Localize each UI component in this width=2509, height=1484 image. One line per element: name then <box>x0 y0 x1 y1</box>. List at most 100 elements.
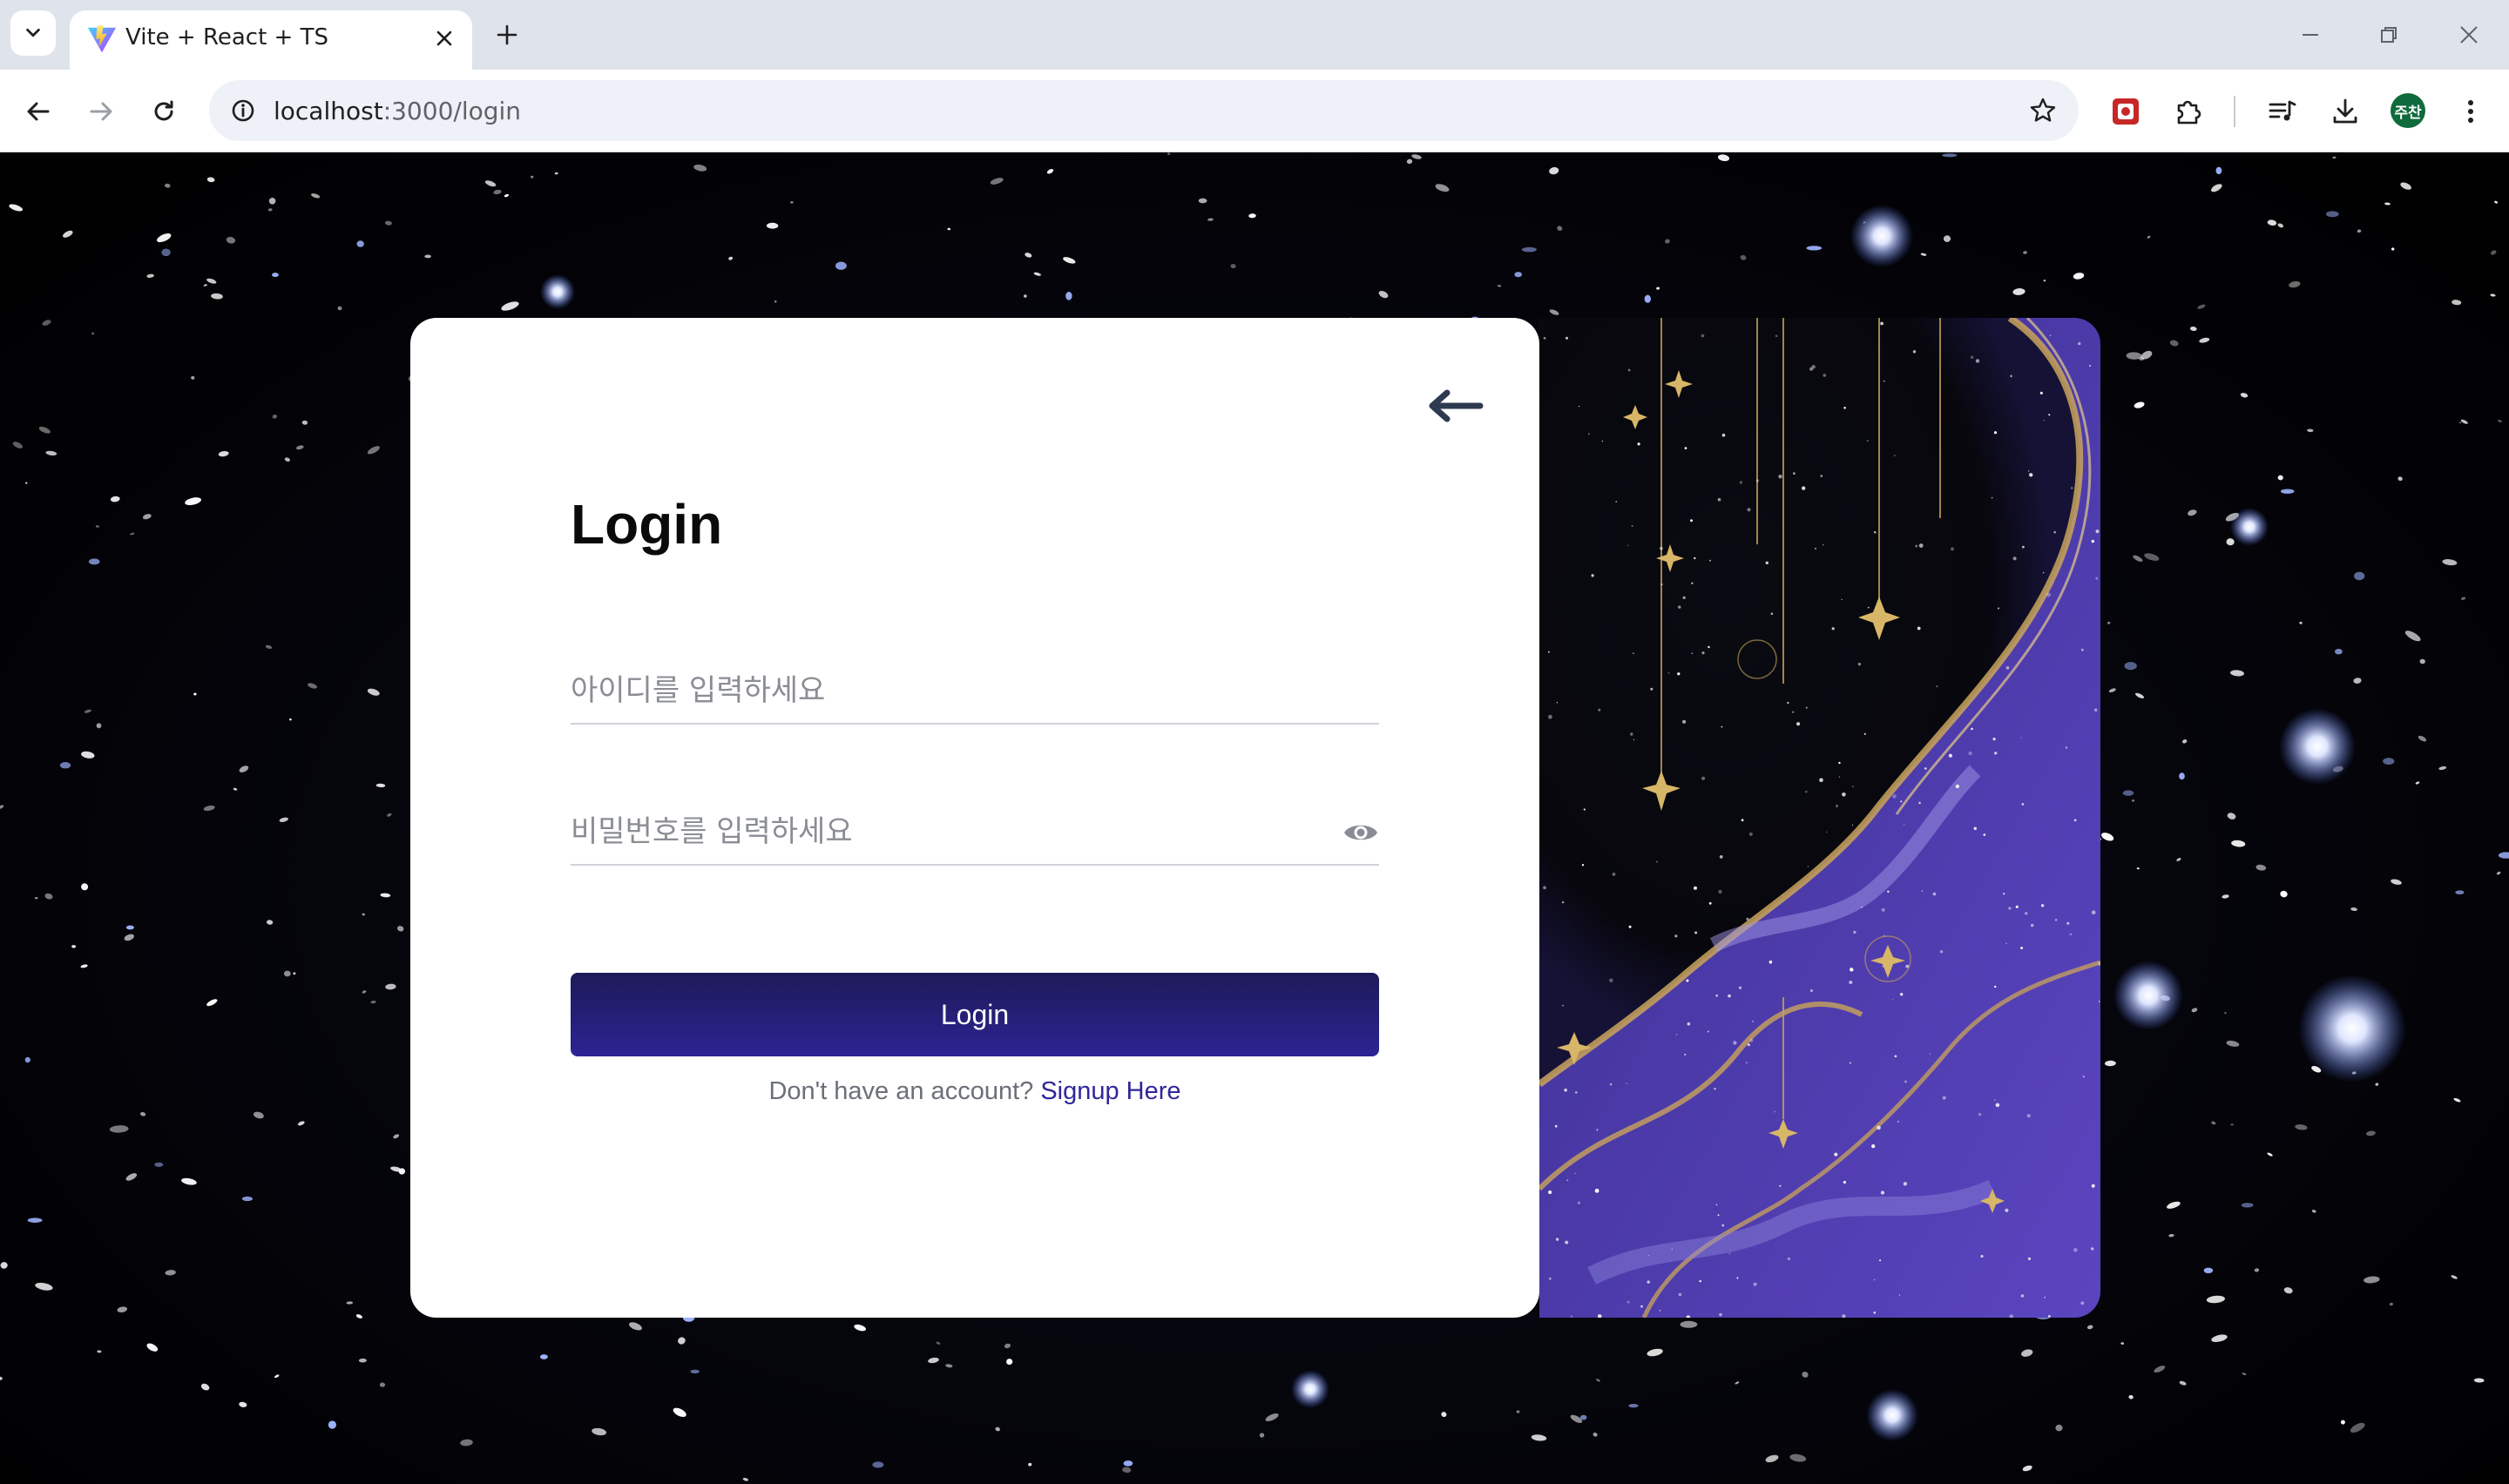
star <box>142 514 152 520</box>
forward-button[interactable] <box>78 89 124 134</box>
star <box>2144 553 2160 561</box>
star <box>2134 692 2145 698</box>
toolbar-separator <box>2234 96 2235 127</box>
minimize-button[interactable] <box>2286 12 2335 57</box>
art-sparkle <box>2095 530 2100 534</box>
art-sparkle <box>1694 556 1696 560</box>
art-sparkle <box>2030 923 2034 928</box>
art-sparkle <box>1779 1184 1782 1187</box>
url-host: localhost <box>274 97 383 125</box>
art-sparkle <box>2020 737 2023 739</box>
star <box>1378 290 1389 299</box>
art-sparkle <box>2003 893 2005 895</box>
art-sparkle <box>2020 1294 2025 1298</box>
chrome-menu-button[interactable] <box>2448 89 2493 134</box>
restore-icon <box>2381 27 2397 43</box>
window-close-button[interactable] <box>2445 12 2493 57</box>
art-sparkle <box>1752 1020 1754 1022</box>
login-submit-button[interactable]: Login <box>571 973 1379 1056</box>
art-sparkle <box>1691 582 1694 584</box>
blue-star <box>2241 1203 2254 1208</box>
art-sparkle <box>2089 365 2091 367</box>
art-sparkle <box>1650 687 1654 691</box>
star <box>2418 735 2427 742</box>
star <box>2120 1342 2125 1345</box>
downloads-button[interactable] <box>2323 89 2368 134</box>
signup-prompt-text: Don't have an account? <box>768 1077 1034 1105</box>
star <box>2211 1334 2228 1342</box>
art-sparkle <box>1873 1312 1877 1314</box>
star <box>218 450 229 457</box>
profile-avatar[interactable]: 주찬 <box>2391 93 2425 128</box>
art-sparkle <box>2048 1315 2051 1318</box>
art-sparkle <box>1717 497 1721 502</box>
star <box>233 787 238 791</box>
page-viewport: Login Login Don't have an account? Signu… <box>0 152 2509 1484</box>
site-info-button[interactable] <box>221 89 265 132</box>
star <box>2134 401 2145 408</box>
star <box>1943 235 1951 242</box>
star <box>2231 840 2246 847</box>
star <box>239 1401 247 1407</box>
art-sparkle <box>1701 334 1705 338</box>
star <box>2168 1233 2174 1238</box>
blue-star <box>24 1056 30 1063</box>
art-sparkle <box>1932 892 1937 896</box>
extensions-menu-button[interactable] <box>2166 89 2211 134</box>
star <box>1033 272 1041 276</box>
star <box>385 983 396 990</box>
star <box>253 1111 264 1119</box>
star <box>2311 1210 2316 1213</box>
back-navigation-button[interactable] <box>1421 377 1491 435</box>
minimize-icon <box>2303 34 2318 36</box>
star <box>0 1262 8 1269</box>
art-sparkle <box>2091 1184 2095 1188</box>
art-sparkle <box>1566 336 1568 340</box>
star <box>2255 864 2267 871</box>
art-sparkle <box>1574 1172 1576 1175</box>
star <box>2389 1302 2393 1306</box>
site-info-icon <box>232 99 254 122</box>
star <box>367 446 380 455</box>
restore-button[interactable] <box>2364 12 2413 57</box>
art-sparkle <box>1738 986 1742 989</box>
art-sparkle <box>1562 1005 1564 1007</box>
star <box>2340 1420 2345 1425</box>
download-icon <box>2333 98 2357 124</box>
star <box>355 1314 362 1319</box>
toggle-password-visibility-button[interactable] <box>1342 815 1379 850</box>
star <box>283 970 291 977</box>
back-button[interactable] <box>16 89 61 134</box>
url-text[interactable]: localhost:3000/login <box>274 97 521 125</box>
art-sparkle <box>1588 433 1590 435</box>
star <box>1920 253 1927 256</box>
star <box>45 450 57 456</box>
star <box>1665 239 1670 244</box>
user-id-input[interactable] <box>571 660 1320 721</box>
star <box>2451 1275 2458 1279</box>
tab-close-button[interactable] <box>425 19 463 57</box>
browser-tab[interactable]: Vite + React + TS <box>70 10 472 70</box>
password-input[interactable] <box>571 801 1320 862</box>
art-sparkle <box>1983 833 1986 836</box>
reload-button[interactable] <box>141 89 186 134</box>
art-sparkle <box>1640 1305 1643 1308</box>
star <box>1248 213 1256 219</box>
address-bar[interactable]: localhost:3000/login <box>209 80 2079 141</box>
art-sparkle <box>1755 479 1760 482</box>
new-tab-button[interactable] <box>488 16 526 54</box>
art-sparkle <box>1627 368 1631 372</box>
art-sparkle <box>2012 556 2017 561</box>
star <box>501 301 519 311</box>
bookmark-button[interactable] <box>2021 89 2065 132</box>
art-sparkle <box>1765 561 1768 564</box>
extension-button[interactable] <box>2103 89 2148 134</box>
tab-search-button[interactable] <box>10 10 56 56</box>
star <box>2299 621 2303 624</box>
star <box>387 813 392 817</box>
media-controls-button[interactable] <box>2260 89 2305 134</box>
star <box>2397 476 2403 482</box>
art-sparkle <box>1843 407 1846 409</box>
signup-link[interactable]: Signup Here <box>1040 1077 1180 1105</box>
star <box>181 1177 197 1185</box>
